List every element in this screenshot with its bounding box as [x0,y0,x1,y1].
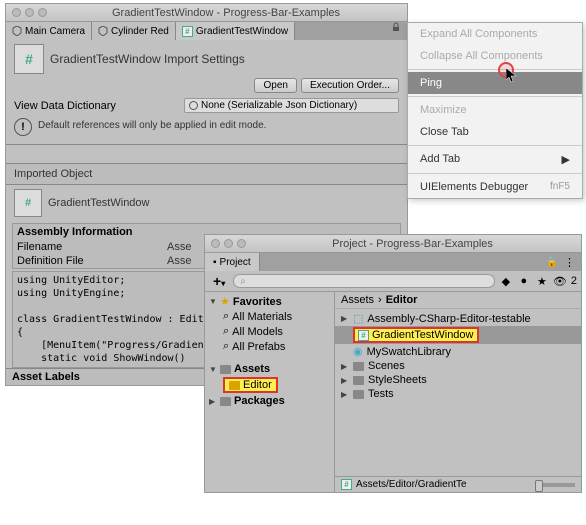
asset-header: # GradientTestWindow Import Settings [6,40,407,78]
menu-expand-all: Expand All Components [408,23,582,45]
folder-icon [220,397,231,406]
tree-all-models[interactable]: ⌕All Models [205,324,334,339]
list-item[interactable]: ◉MySwatchLibrary [335,344,581,359]
submenu-arrow-icon: ▶ [562,153,570,166]
script-icon: # [14,189,42,217]
window-title: GradientTestWindow - Progress-Bar-Exampl… [51,7,401,19]
max-dot[interactable] [38,8,47,17]
project-tabbar: ▪ Project 🔒 ⋮ [205,253,581,271]
view-dict-field[interactable]: None (Serializable Json Dictionary) [184,98,399,113]
breadcrumb: Assets › Editor [335,292,581,309]
script-large-icon: # [14,44,44,74]
project-tree: ▼★ Favorites ⌕All Materials ⌕All Models … [205,292,335,492]
project-content: Assets › Editor ▶⬚Assembly-CSharp-Editor… [335,292,581,492]
cube-icon [12,26,22,36]
favorite-icon[interactable]: ★ [535,274,549,288]
menu-icon[interactable]: ⋮ [564,256,575,269]
tree-packages[interactable]: ▶ Packages [205,394,334,408]
path-bar: # Assets/Editor/GradientTe [335,476,581,492]
create-button[interactable]: +▾ [209,273,229,289]
imported-object-header: Imported Object [6,163,407,185]
object-picker-icon[interactable] [189,101,198,110]
close-dot[interactable] [211,239,220,248]
menu-close-tab[interactable]: Close Tab [408,121,582,143]
menu-collapse-all: Collapse All Components [408,45,582,67]
chevron-right-icon: › [378,294,382,306]
asset-list: ▶⬚Assembly-CSharp-Editor-testable #Gradi… [335,309,581,476]
min-dot[interactable] [25,8,34,17]
list-item[interactable]: ▶⬚Assembly-CSharp-Editor-testable [335,311,581,326]
script-icon: # [182,26,193,37]
window-titlebar[interactable]: GradientTestWindow - Progress-Bar-Exampl… [6,4,407,22]
search-icon: ⌕ [223,325,229,338]
puzzle-icon: ⬚ [353,312,363,325]
search-icon: ⌕ [223,340,229,353]
menu-maximize: Maximize [408,99,582,121]
menu-uielements-debugger[interactable]: UIElements DebuggerfnF5 [408,176,582,198]
folder-icon: ▪ [213,257,217,268]
menu-ping[interactable]: Ping [408,72,582,94]
max-dot[interactable] [237,239,246,248]
script-icon: # [358,330,369,341]
tab-main-camera[interactable]: Main Camera [6,22,92,40]
lock-icon[interactable]: 🔒 [546,257,558,268]
view-dict-label: View Data Dictionary [14,100,184,112]
tab-project[interactable]: ▪ Project [205,253,260,271]
cube-icon [98,26,108,36]
tree-editor[interactable]: Editor [205,376,334,394]
project-toolbar: +▾ ⌕ ◆ ● ★ 👁 2 [205,271,581,292]
min-dot[interactable] [224,239,233,248]
breadcrumb-editor[interactable]: Editor [386,294,418,306]
menu-separator [408,173,582,174]
size-slider[interactable] [535,483,575,487]
tree-favorites[interactable]: ▼★ Favorites [205,294,334,309]
menu-separator [408,69,582,70]
tree-all-materials[interactable]: ⌕All Materials [205,309,334,324]
menu-separator [408,96,582,97]
execution-order-button[interactable]: Execution Order... [301,78,399,93]
context-menu: Expand All Components Collapse All Compo… [407,22,583,199]
filter-label-icon[interactable]: ● [517,274,531,288]
star-icon: ★ [220,295,230,308]
project-window: Project - Progress-Bar-Examples ▪ Projec… [204,234,582,493]
folder-icon [353,376,364,385]
list-item[interactable]: ▶StyleSheets [335,373,581,387]
imported-name: GradientTestWindow [48,197,150,209]
folder-icon [353,390,364,399]
tab-bar: Main Camera Cylinder Red # GradientTestW… [6,22,407,40]
folder-icon [229,381,240,390]
info-box: ! Default references will only be applie… [6,114,407,145]
menu-add-tab[interactable]: Add Tab▶ [408,148,582,171]
list-item[interactable]: ▶Tests [335,387,581,401]
script-icon: # [341,479,352,490]
project-titlebar[interactable]: Project - Progress-Bar-Examples [205,235,581,253]
menu-separator [408,145,582,146]
open-button[interactable]: Open [254,78,296,93]
list-item[interactable]: ▶Scenes [335,359,581,373]
hidden-count: 2 [571,275,577,287]
folder-icon [353,362,364,371]
breadcrumb-assets[interactable]: Assets [341,294,374,306]
info-icon: ! [14,118,32,136]
swatch-icon: ◉ [353,345,363,358]
search-icon: ⌕ [223,310,229,323]
tab-gradient-test[interactable]: # GradientTestWindow [176,22,295,40]
tree-assets[interactable]: ▼ Assets [205,362,334,376]
hidden-icon[interactable]: 👁 [553,274,567,288]
asset-title: GradientTestWindow Import Settings [50,52,245,66]
filter-type-icon[interactable]: ◆ [499,274,513,288]
close-dot[interactable] [12,8,21,17]
tab-cylinder-red[interactable]: Cylinder Red [92,22,176,40]
tree-all-prefabs[interactable]: ⌕All Prefabs [205,339,334,354]
list-item[interactable]: #GradientTestWindow [335,326,581,344]
project-title: Project - Progress-Bar-Examples [250,238,575,250]
lock-icon[interactable] [385,22,407,40]
asset-path: Assets/Editor/GradientTe [356,479,467,490]
cursor-icon [506,68,518,87]
folder-icon [220,365,231,374]
search-input[interactable]: ⌕ [233,274,495,288]
